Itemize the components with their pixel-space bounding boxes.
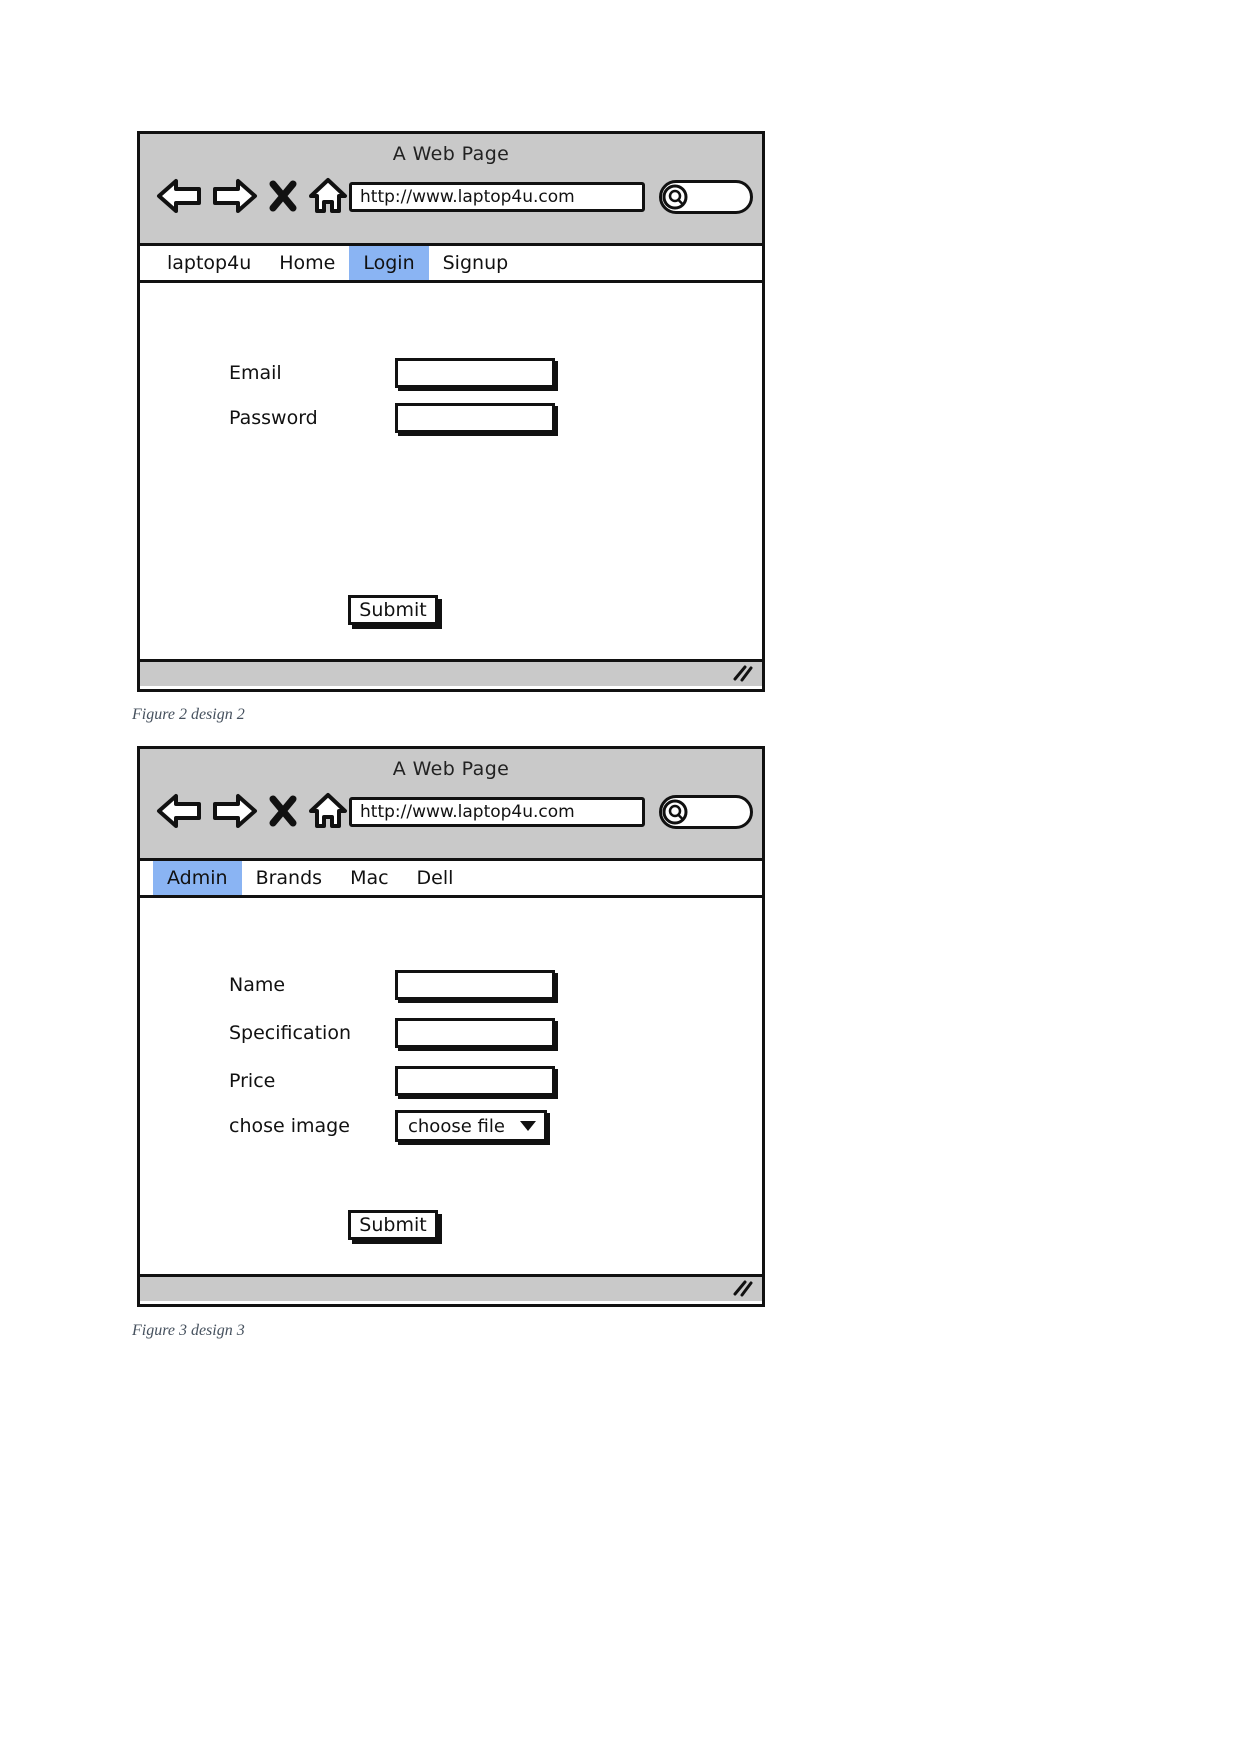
chrome-toolbar: http://www.laptop4u.com [140,789,762,851]
submit-button[interactable]: Submit [348,595,438,625]
tab-label: Dell [416,867,454,889]
browser-chrome: A Web Page http://www.laptop4u.com [140,134,762,246]
tab-login[interactable]: Login [349,246,429,280]
tab-dell[interactable]: Dell [403,861,468,895]
name-label: Name [229,974,286,996]
figure-caption-3: Figure 3 design 3 [132,1322,245,1339]
browser-wireframe-figure-3: A Web Page http://www.laptop4u.com Admin… [137,746,765,1307]
window-title: A Web Page [392,758,510,780]
chose-image-label: chose image [229,1115,350,1137]
form-row-email: Email [229,358,555,388]
price-field[interactable] [395,1066,555,1096]
choose-file-value: choose file [408,1115,505,1137]
tab-brands[interactable]: Brands [242,861,337,895]
tab-admin[interactable]: Admin [153,861,242,895]
tab-mac[interactable]: Mac [336,861,402,895]
home-icon[interactable] [308,176,348,216]
tab-label: laptop4u [167,252,252,274]
tab-home[interactable]: Home [265,246,349,280]
tab-strip: Admin Brands Mac Dell [140,861,762,898]
search-magnifier-icon[interactable] [661,798,691,833]
browser-wireframe-figure-2: A Web Page http://www.laptop4u.com lapto… [137,131,765,692]
window-title: A Web Page [392,143,510,165]
back-arrow-icon[interactable] [156,176,202,216]
address-bar-value: http://www.laptop4u.com [360,187,575,207]
search-area[interactable] [659,795,753,829]
address-bar-value: http://www.laptop4u.com [360,802,575,822]
password-field[interactable] [395,403,555,433]
submit-button[interactable]: Submit [348,1210,438,1240]
choose-file-select[interactable]: choose file [395,1110,547,1142]
specification-field[interactable] [395,1018,555,1048]
document-page: A Web Page http://www.laptop4u.com lapto… [0,0,1241,1754]
password-label: Password [229,407,318,429]
name-field[interactable] [395,970,555,1000]
home-icon[interactable] [308,791,348,831]
address-bar[interactable]: http://www.laptop4u.com [349,797,645,827]
page-canvas: Email Password Submit [140,283,762,659]
close-x-icon[interactable] [268,176,298,216]
tab-label: Home [279,252,336,274]
resize-grip-icon[interactable] [732,665,754,683]
tab-laptop4u[interactable]: laptop4u [153,246,265,280]
status-bar [140,659,762,686]
search-magnifier-icon[interactable] [661,183,691,218]
specification-label: Specification [229,1022,351,1044]
search-area[interactable] [659,180,753,214]
browser-chrome: A Web Page http://www.laptop4u.com [140,749,762,861]
chrome-toolbar: http://www.laptop4u.com [140,174,762,236]
navigation-icons [156,176,348,216]
form-row-name: Name [229,970,555,1000]
resize-grip-icon[interactable] [732,1280,754,1298]
chevron-down-icon [520,1121,536,1131]
tab-label: Mac [350,867,389,889]
page-canvas: Name Specification Price chose image cho… [140,898,762,1274]
forward-arrow-icon[interactable] [212,176,258,216]
form-row-specification: Specification [229,1018,555,1048]
tab-label: Login [363,252,415,274]
form-row-price: Price [229,1066,555,1096]
tab-label: Signup [442,252,509,274]
price-label: Price [229,1070,276,1092]
forward-arrow-icon[interactable] [212,791,258,831]
submit-button-label: Submit [359,1214,427,1236]
status-bar [140,1274,762,1301]
tab-label: Admin [167,867,228,889]
close-x-icon[interactable] [268,791,298,831]
form-row-password: Password [229,403,555,433]
email-label: Email [229,362,282,384]
figure-caption-2: Figure 2 design 2 [132,706,245,723]
tab-label: Brands [255,867,323,889]
address-bar[interactable]: http://www.laptop4u.com [349,182,645,212]
submit-button-label: Submit [359,599,427,621]
tab-signup[interactable]: Signup [429,246,523,280]
back-arrow-icon[interactable] [156,791,202,831]
email-field[interactable] [395,358,555,388]
tab-strip: laptop4u Home Login Signup [140,246,762,283]
navigation-icons [156,791,348,831]
form-row-chose-image: chose image choose file [229,1110,547,1142]
